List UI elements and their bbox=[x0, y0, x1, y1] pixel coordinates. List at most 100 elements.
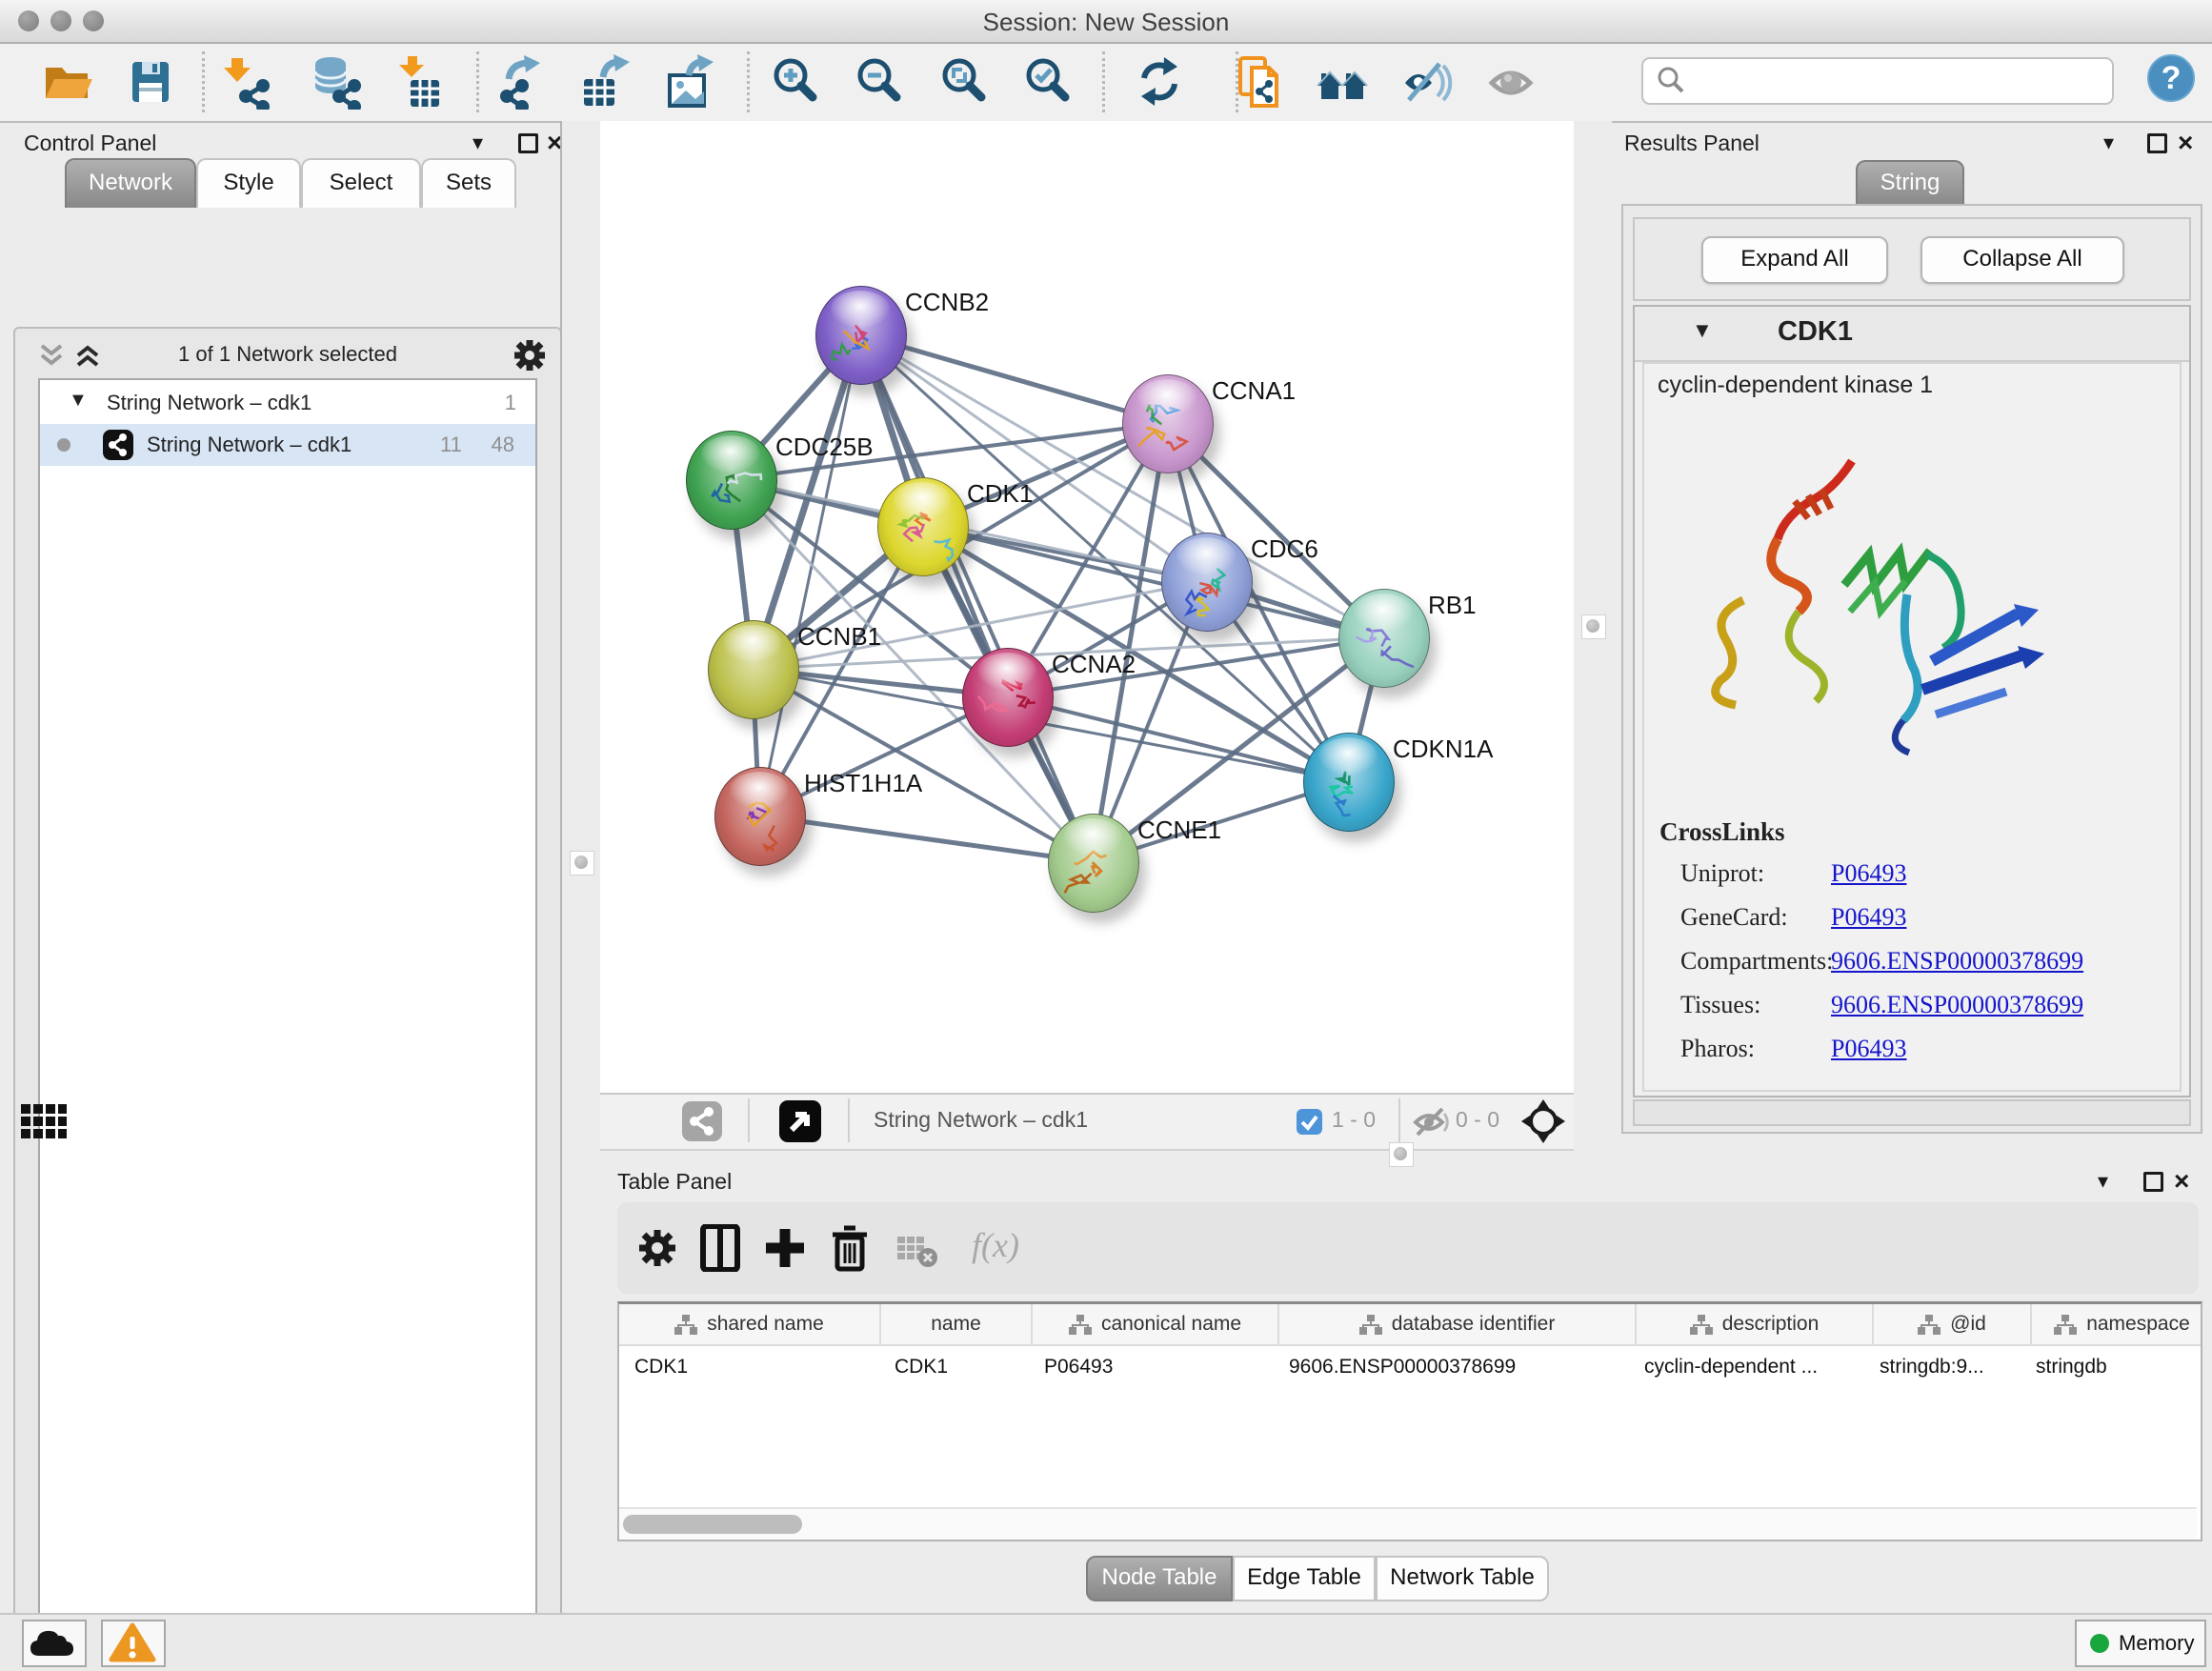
table-cell[interactable]: stringdb bbox=[2021, 1346, 2201, 1388]
show-labels-icon[interactable] bbox=[1484, 54, 1539, 110]
column-header-canonical-name[interactable]: canonical name bbox=[1033, 1304, 1279, 1344]
network-node-rb1[interactable] bbox=[1338, 589, 1430, 688]
table-cell[interactable]: 9606.ENSP00000378699 bbox=[1274, 1346, 1629, 1388]
import-network-from-file-button[interactable] bbox=[220, 54, 275, 110]
crosslink-uniprot-link[interactable]: P06493 bbox=[1831, 859, 1906, 888]
gear-icon[interactable] bbox=[511, 336, 549, 374]
network-edge[interactable] bbox=[860, 334, 1167, 423]
table-cell[interactable]: stringdb:9... bbox=[1864, 1346, 2021, 1388]
close-panel-icon[interactable]: × bbox=[2178, 133, 2193, 152]
crosslink-tissues-link[interactable]: 9606.ENSP00000378699 bbox=[1831, 991, 2083, 1019]
tab-node-table[interactable]: Node Table bbox=[1086, 1556, 1233, 1601]
cloud-status-button[interactable] bbox=[22, 1620, 87, 1667]
network-node-ccnb1[interactable] bbox=[708, 620, 799, 719]
divider bbox=[1398, 1098, 1400, 1142]
splitter-knob[interactable] bbox=[1581, 614, 1606, 639]
close-panel-icon[interactable]: × bbox=[2174, 1172, 2189, 1191]
zoom-fit-content-button[interactable] bbox=[936, 54, 992, 110]
results-button-bar: Expand All Collapse All bbox=[1633, 217, 2191, 301]
network-edge[interactable] bbox=[759, 815, 1093, 862]
open-session-button[interactable] bbox=[39, 54, 94, 110]
collapse-all-button[interactable]: Collapse All bbox=[1920, 236, 2124, 284]
network-collection-row[interactable]: ▼ String Network – cdk1 1 bbox=[40, 382, 535, 424]
tab-select[interactable]: Select bbox=[301, 158, 421, 208]
tab-network[interactable]: Network bbox=[65, 158, 196, 208]
help-button[interactable]: ? bbox=[2143, 52, 2199, 108]
crosslink-pharos-link[interactable]: P06493 bbox=[1831, 1035, 1906, 1063]
column-header-description[interactable]: description bbox=[1637, 1304, 1874, 1344]
collapse-panel-icon[interactable]: ▾ bbox=[2098, 1169, 2108, 1194]
crosslink-compartments-link[interactable]: 9606.ENSP00000378699 bbox=[1831, 947, 2083, 976]
string-home-icon[interactable] bbox=[1316, 54, 1371, 110]
tab-sets[interactable]: Sets bbox=[421, 158, 516, 208]
network-node-ccna2[interactable] bbox=[962, 648, 1054, 747]
zoom-selected-button[interactable] bbox=[1020, 54, 1076, 110]
splitter-knob[interactable] bbox=[570, 851, 594, 876]
gene-section-header[interactable]: ▼ CDK1 bbox=[1635, 307, 2189, 362]
results-horizontal-scrollbar[interactable] bbox=[1633, 1099, 2191, 1126]
column-header-shared-name[interactable]: shared name bbox=[619, 1304, 881, 1344]
table-cell[interactable]: CDK1 bbox=[619, 1346, 879, 1388]
float-panel-icon[interactable] bbox=[2147, 133, 2167, 153]
collection-expand-icon[interactable]: ▼ bbox=[69, 379, 88, 421]
network-view-canvas[interactable]: CCNB2CCNA1CDC25BCDK1CDC6RB1CCNB1CCNA2CDK… bbox=[600, 121, 1574, 1093]
left-splitter[interactable] bbox=[560, 121, 602, 1613]
column-header--id[interactable]: @id bbox=[1874, 1304, 2032, 1344]
network-edge[interactable] bbox=[759, 334, 860, 815]
table-row[interactable]: CDK1CDK1P064939606.ENSP00000378699cyclin… bbox=[619, 1346, 2201, 1388]
tab-string[interactable]: String bbox=[1856, 160, 1964, 206]
toolbar-search-field[interactable] bbox=[1641, 57, 2114, 105]
network-node-cdkn1a[interactable] bbox=[1303, 733, 1395, 832]
table-cell[interactable]: P06493 bbox=[1029, 1346, 1274, 1388]
import-network-from-database-button[interactable] bbox=[310, 54, 365, 110]
copy-network-button[interactable] bbox=[1233, 54, 1288, 110]
create-column-plus-icon[interactable] bbox=[764, 1227, 806, 1269]
crosslink-genecard-link[interactable]: P06493 bbox=[1831, 903, 1906, 932]
center-view-icon[interactable] bbox=[1520, 1098, 1566, 1149]
grid-view-icon[interactable] bbox=[21, 1104, 67, 1138]
network-row-selected[interactable]: String Network – cdk1 11 48 bbox=[40, 424, 535, 466]
network-node-cdc25b[interactable] bbox=[686, 431, 777, 530]
search-input[interactable] bbox=[1689, 63, 2102, 97]
network-node-ccna1[interactable] bbox=[1122, 374, 1214, 473]
share-view-icon[interactable] bbox=[682, 1101, 722, 1141]
scrollbar-thumb[interactable] bbox=[623, 1515, 802, 1534]
memory-button[interactable]: Memory bbox=[2075, 1620, 2206, 1667]
zoom-in-button[interactable] bbox=[768, 54, 823, 110]
collapse-panel-icon[interactable]: ▾ bbox=[2103, 131, 2114, 155]
right-splitter[interactable] bbox=[1574, 121, 1612, 1147]
float-panel-icon[interactable] bbox=[518, 133, 538, 153]
column-header-database-identifier[interactable]: database identifier bbox=[1279, 1304, 1637, 1344]
import-table-from-file-button[interactable] bbox=[395, 54, 451, 110]
delete-column-trash-icon[interactable] bbox=[829, 1224, 871, 1272]
network-node-ccne1[interactable] bbox=[1048, 814, 1139, 913]
table-horizontal-scrollbar[interactable] bbox=[619, 1507, 2197, 1540]
save-session-button[interactable] bbox=[123, 54, 178, 110]
tab-network-table[interactable]: Network Table bbox=[1376, 1556, 1549, 1601]
zoom-out-button[interactable] bbox=[852, 54, 907, 110]
network-node-ccnb2[interactable] bbox=[815, 286, 907, 385]
table-cell[interactable]: CDK1 bbox=[879, 1346, 1029, 1388]
column-header-name[interactable]: name bbox=[881, 1304, 1033, 1344]
warning-status-button[interactable] bbox=[101, 1620, 166, 1667]
column-header-namespace[interactable]: namespace bbox=[2032, 1304, 2202, 1344]
network-node-cdk1[interactable] bbox=[877, 477, 969, 576]
table-settings-gear-icon[interactable] bbox=[634, 1225, 680, 1271]
float-panel-icon[interactable] bbox=[2143, 1172, 2163, 1192]
birds-eye-view-icon[interactable] bbox=[779, 1100, 821, 1142]
expand-all-button[interactable]: Expand All bbox=[1701, 236, 1888, 284]
export-table-button[interactable] bbox=[578, 54, 633, 110]
show-columns-icon[interactable] bbox=[699, 1224, 743, 1272]
network-node-cdc6[interactable] bbox=[1161, 533, 1253, 632]
refresh-view-button[interactable] bbox=[1132, 54, 1187, 110]
tab-style[interactable]: Style bbox=[196, 158, 301, 208]
network-node-hist1h1a[interactable] bbox=[714, 767, 806, 866]
collapse-panel-icon[interactable]: ▾ bbox=[473, 131, 483, 155]
hide-glass-effect-icon[interactable] bbox=[1399, 54, 1455, 110]
tab-edge-table[interactable]: Edge Table bbox=[1233, 1556, 1376, 1601]
table-cell[interactable]: cyclin-dependent ... bbox=[1629, 1346, 1864, 1388]
export-network-button[interactable] bbox=[495, 54, 551, 110]
export-image-button[interactable] bbox=[662, 54, 717, 110]
section-expand-icon[interactable]: ▼ bbox=[1692, 318, 1713, 343]
selected-checkbox-icon[interactable] bbox=[1297, 1109, 1322, 1135]
